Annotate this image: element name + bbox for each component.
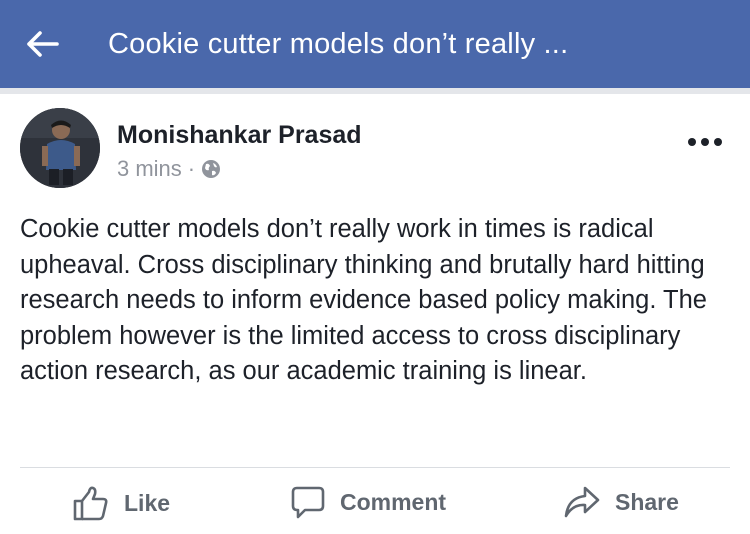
like-label: Like bbox=[124, 489, 171, 516]
meta-separator: · bbox=[187, 156, 196, 181]
ellipsis-icon-dot bbox=[714, 138, 722, 146]
top-app-bar: Cookie cutter models don’t really ... bbox=[0, 0, 750, 88]
ellipsis-icon bbox=[688, 138, 696, 146]
back-button[interactable] bbox=[22, 24, 62, 64]
page-title: Cookie cutter models don’t really ... bbox=[108, 27, 569, 60]
avatar[interactable] bbox=[20, 108, 100, 188]
thumbs-up-icon bbox=[73, 486, 108, 521]
action-bar: Like Comment Share bbox=[0, 468, 750, 534]
ellipsis-icon-dot bbox=[701, 138, 709, 146]
share-button[interactable]: Share bbox=[563, 484, 679, 520]
globe-icon bbox=[202, 160, 221, 178]
post-timestamp[interactable]: 3 mins bbox=[117, 156, 182, 182]
share-label: Share bbox=[615, 488, 679, 515]
avatar-photo bbox=[20, 108, 100, 188]
comment-button[interactable]: Comment bbox=[290, 484, 446, 520]
share-arrow-icon bbox=[564, 486, 600, 518]
post-body: Cookie cutter models don’t really work i… bbox=[20, 215, 707, 385]
like-button[interactable]: Like bbox=[72, 484, 170, 522]
speech-bubble-icon bbox=[291, 486, 325, 519]
comment-label: Comment bbox=[340, 488, 447, 515]
arrow-left-icon bbox=[27, 31, 59, 57]
post-meta: 3 mins · bbox=[117, 156, 221, 182]
more-options-button[interactable] bbox=[688, 134, 722, 150]
post-card: Monishankar Prasad 3 mins · Cookie cutte… bbox=[0, 94, 750, 534]
author-name[interactable]: Monishankar Prasad bbox=[117, 121, 362, 150]
